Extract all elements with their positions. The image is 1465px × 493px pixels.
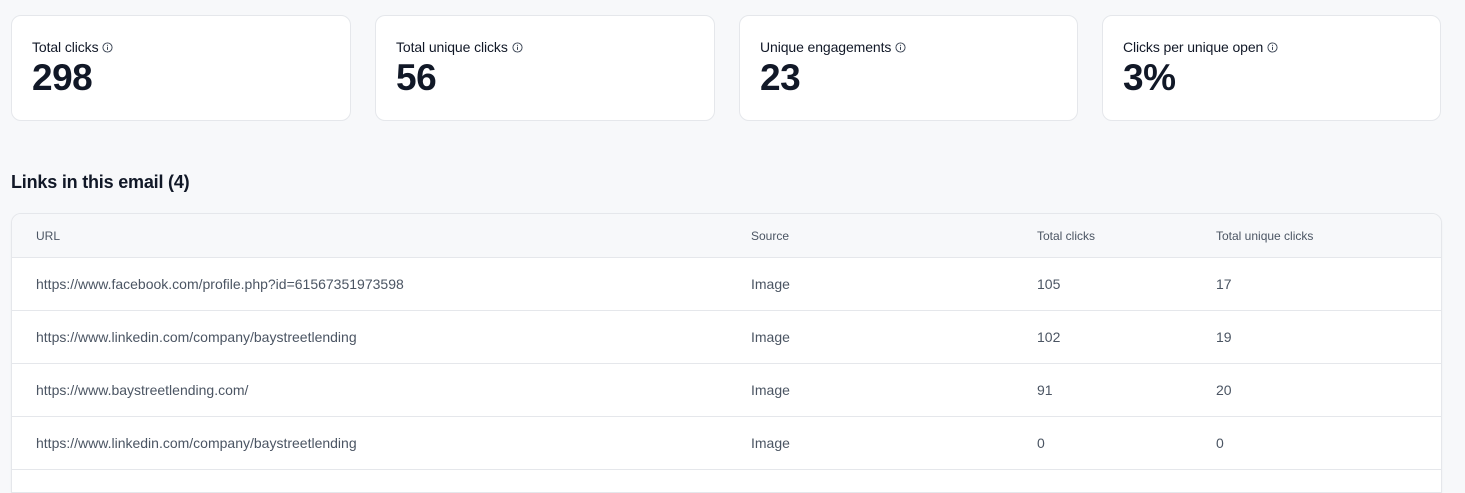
link-total-unique-clicks: 17 bbox=[1216, 276, 1232, 292]
column-header-total-clicks[interactable]: Total clicks bbox=[1037, 229, 1095, 243]
stat-label-row: Total unique clicks bbox=[396, 39, 694, 55]
stat-card-clicks-per-unique-open: Clicks per unique open 3% bbox=[1102, 15, 1441, 121]
stat-card-total-clicks: Total clicks 298 bbox=[11, 15, 351, 121]
stat-label: Unique engagements bbox=[760, 39, 892, 55]
info-icon[interactable] bbox=[1267, 41, 1278, 53]
stat-label-row: Clicks per unique open bbox=[1123, 39, 1420, 55]
stat-label-row: Total clicks bbox=[32, 39, 330, 55]
stat-card-total-unique-clicks: Total unique clicks 56 bbox=[375, 15, 715, 121]
stat-label-row: Unique engagements bbox=[760, 39, 1057, 55]
column-header-source[interactable]: Source bbox=[751, 229, 789, 243]
link-url[interactable]: https://www.facebook.com/profile.php?id=… bbox=[36, 276, 404, 292]
link-total-unique-clicks: 19 bbox=[1216, 329, 1232, 345]
stat-label: Total clicks bbox=[32, 39, 99, 55]
stat-card-unique-engagements: Unique engagements 23 bbox=[739, 15, 1078, 121]
link-source: Image bbox=[751, 329, 790, 345]
stat-value: 56 bbox=[396, 57, 437, 98]
link-source: Image bbox=[751, 382, 790, 398]
link-url[interactable]: https://www.linkedin.com/company/baystre… bbox=[36, 329, 357, 345]
info-icon[interactable] bbox=[512, 41, 523, 53]
link-url[interactable]: https://www.baystreetlending.com/ bbox=[36, 382, 248, 398]
stat-label: Total unique clicks bbox=[396, 39, 508, 55]
link-total-unique-clicks: 0 bbox=[1216, 435, 1224, 451]
table-row: https://www.baystreetlending.com/ Image … bbox=[12, 364, 1441, 417]
table-row: https://www.linkedin.com/company/baystre… bbox=[12, 417, 1441, 470]
link-total-clicks: 105 bbox=[1037, 276, 1061, 292]
links-section-title: Links in this email (4) bbox=[11, 172, 190, 192]
column-header-total-unique-clicks[interactable]: Total unique clicks bbox=[1216, 229, 1313, 243]
link-total-unique-clicks: 20 bbox=[1216, 382, 1232, 398]
table-header: URL Source Total clicks Total unique cli… bbox=[12, 214, 1441, 258]
links-table: URL Source Total clicks Total unique cli… bbox=[11, 213, 1442, 493]
stat-value: 3% bbox=[1123, 57, 1176, 98]
stat-value: 23 bbox=[760, 57, 801, 98]
stat-label: Clicks per unique open bbox=[1123, 39, 1264, 55]
link-total-clicks: 102 bbox=[1037, 329, 1061, 345]
stats-row: Total clicks 298 Total unique clicks 56 … bbox=[11, 15, 1441, 121]
column-header-url[interactable]: URL bbox=[36, 229, 60, 243]
info-icon[interactable] bbox=[102, 41, 114, 53]
info-icon[interactable] bbox=[895, 41, 906, 53]
link-source: Image bbox=[751, 276, 790, 292]
table-row: https://www.facebook.com/profile.php?id=… bbox=[12, 258, 1441, 311]
link-source: Image bbox=[751, 435, 790, 451]
table-row: https://www.linkedin.com/company/baystre… bbox=[12, 311, 1441, 364]
link-total-clicks: 0 bbox=[1037, 435, 1045, 451]
link-total-clicks: 91 bbox=[1037, 382, 1053, 398]
link-url[interactable]: https://www.linkedin.com/company/baystre… bbox=[36, 435, 357, 451]
stat-value: 298 bbox=[32, 57, 93, 98]
